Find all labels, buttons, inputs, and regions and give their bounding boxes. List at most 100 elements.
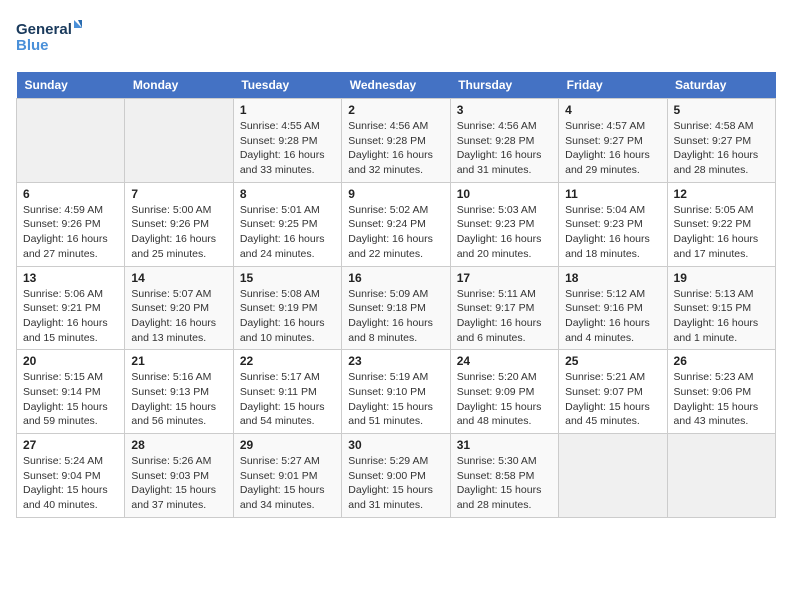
calendar-cell: 5Sunrise: 4:58 AM Sunset: 9:27 PM Daylig… (667, 99, 775, 183)
calendar-cell (667, 434, 775, 518)
day-info: Sunrise: 4:59 AM Sunset: 9:26 PM Dayligh… (23, 203, 118, 262)
calendar-cell: 17Sunrise: 5:11 AM Sunset: 9:17 PM Dayli… (450, 266, 558, 350)
calendar-cell: 7 Sunrise: 5:00 AM Sunset: 9:26 PM Daylig… (125, 182, 233, 266)
day-number: 20 (23, 354, 118, 368)
day-info: Sunrise: 5:03 AM Sunset: 9:23 PM Dayligh… (457, 203, 552, 262)
day-info: Sunrise: 5:16 AM Sunset: 9:13 PM Dayligh… (131, 370, 226, 429)
day-number: 11 (565, 187, 660, 201)
day-number: 28 (131, 438, 226, 452)
calendar-cell: 24 Sunrise: 5:20 AM Sunset: 9:09 PM Dayli… (450, 350, 558, 434)
day-number: 10 (457, 187, 552, 201)
logo-svg: General Blue (16, 16, 86, 60)
day-number: 13 (23, 271, 118, 285)
day-info: Sunrise: 5:00 AM Sunset: 9:26 PM Dayligh… (131, 203, 226, 262)
day-number: 25 (565, 354, 660, 368)
calendar-cell: 23 Sunrise: 5:19 AM Sunset: 9:10 PM Dayli… (342, 350, 450, 434)
day-info: Sunrise: 5:06 AM Sunset: 9:21 PM Dayligh… (23, 287, 118, 346)
calendar-cell: 27 Sunrise: 5:24 AM Sunset: 9:04 PM Dayli… (17, 434, 125, 518)
page-header: General Blue (16, 16, 776, 60)
day-number: 6 (23, 187, 118, 201)
calendar-cell (125, 99, 233, 183)
day-number: 9 (348, 187, 443, 201)
calendar-cell (17, 99, 125, 183)
day-number: 14 (131, 271, 226, 285)
calendar-cell: 13 Sunrise: 5:06 AM Sunset: 9:21 PM Dayli… (17, 266, 125, 350)
calendar-cell: 30 Sunrise: 5:29 AM Sunset: 9:00 PM Dayli… (342, 434, 450, 518)
day-number: 18 (565, 271, 660, 285)
weekday-header: Monday (125, 72, 233, 99)
day-info: Sunrise: 5:01 AM Sunset: 9:25 PM Dayligh… (240, 203, 335, 262)
calendar-cell: 18 Sunrise: 5:12 AM Sunset: 9:16 PM Dayli… (559, 266, 667, 350)
calendar-cell: 31Sunrise: 5:30 AM Sunset: 8:58 PM Dayli… (450, 434, 558, 518)
day-number: 7 (131, 187, 226, 201)
day-info: Sunrise: 5:21 AM Sunset: 9:07 PM Dayligh… (565, 370, 660, 429)
calendar-cell: 22 Sunrise: 5:17 AM Sunset: 9:11 PM Dayli… (233, 350, 341, 434)
weekday-header: Tuesday (233, 72, 341, 99)
calendar-body: 1Sunrise: 4:55 AM Sunset: 9:28 PM Daylig… (17, 99, 776, 518)
calendar-cell: 8 Sunrise: 5:01 AM Sunset: 9:25 PM Daylig… (233, 182, 341, 266)
day-number: 26 (674, 354, 769, 368)
calendar-week-row: 6 Sunrise: 4:59 AM Sunset: 9:26 PM Daylig… (17, 182, 776, 266)
day-number: 15 (240, 271, 335, 285)
day-info: Sunrise: 5:02 AM Sunset: 9:24 PM Dayligh… (348, 203, 443, 262)
day-number: 24 (457, 354, 552, 368)
day-info: Sunrise: 5:24 AM Sunset: 9:04 PM Dayligh… (23, 454, 118, 513)
day-number: 29 (240, 438, 335, 452)
calendar-cell: 9 Sunrise: 5:02 AM Sunset: 9:24 PM Daylig… (342, 182, 450, 266)
weekday-header-row: SundayMondayTuesdayWednesdayThursdayFrid… (17, 72, 776, 99)
weekday-header: Friday (559, 72, 667, 99)
calendar-week-row: 27 Sunrise: 5:24 AM Sunset: 9:04 PM Dayli… (17, 434, 776, 518)
calendar-cell: 28 Sunrise: 5:26 AM Sunset: 9:03 PM Dayli… (125, 434, 233, 518)
calendar-cell (559, 434, 667, 518)
calendar-week-row: 13 Sunrise: 5:06 AM Sunset: 9:21 PM Dayli… (17, 266, 776, 350)
day-number: 22 (240, 354, 335, 368)
day-info: Sunrise: 4:58 AM Sunset: 9:27 PM Dayligh… (674, 119, 769, 178)
day-number: 4 (565, 103, 660, 117)
day-number: 3 (457, 103, 552, 117)
day-info: Sunrise: 5:09 AM Sunset: 9:18 PM Dayligh… (348, 287, 443, 346)
day-info: Sunrise: 5:12 AM Sunset: 9:16 PM Dayligh… (565, 287, 660, 346)
calendar-cell: 21 Sunrise: 5:16 AM Sunset: 9:13 PM Dayli… (125, 350, 233, 434)
day-number: 21 (131, 354, 226, 368)
calendar-cell: 20 Sunrise: 5:15 AM Sunset: 9:14 PM Dayli… (17, 350, 125, 434)
day-info: Sunrise: 5:23 AM Sunset: 9:06 PM Dayligh… (674, 370, 769, 429)
calendar-cell: 25 Sunrise: 5:21 AM Sunset: 9:07 PM Dayli… (559, 350, 667, 434)
weekday-header: Saturday (667, 72, 775, 99)
day-info: Sunrise: 5:17 AM Sunset: 9:11 PM Dayligh… (240, 370, 335, 429)
calendar-cell: 16 Sunrise: 5:09 AM Sunset: 9:18 PM Dayli… (342, 266, 450, 350)
calendar-cell: 1Sunrise: 4:55 AM Sunset: 9:28 PM Daylig… (233, 99, 341, 183)
day-info: Sunrise: 5:19 AM Sunset: 9:10 PM Dayligh… (348, 370, 443, 429)
day-info: Sunrise: 5:26 AM Sunset: 9:03 PM Dayligh… (131, 454, 226, 513)
weekday-header: Thursday (450, 72, 558, 99)
calendar-cell: 19 Sunrise: 5:13 AM Sunset: 9:15 PM Dayli… (667, 266, 775, 350)
day-info: Sunrise: 5:08 AM Sunset: 9:19 PM Dayligh… (240, 287, 335, 346)
day-info: Sunrise: 4:57 AM Sunset: 9:27 PM Dayligh… (565, 119, 660, 178)
day-number: 16 (348, 271, 443, 285)
day-info: Sunrise: 5:15 AM Sunset: 9:14 PM Dayligh… (23, 370, 118, 429)
day-number: 30 (348, 438, 443, 452)
day-info: Sunrise: 5:13 AM Sunset: 9:15 PM Dayligh… (674, 287, 769, 346)
day-info: Sunrise: 5:30 AM Sunset: 8:58 PM Dayligh… (457, 454, 552, 513)
day-number: 1 (240, 103, 335, 117)
svg-text:Blue: Blue (16, 37, 49, 54)
day-number: 23 (348, 354, 443, 368)
day-number: 12 (674, 187, 769, 201)
day-info: Sunrise: 5:29 AM Sunset: 9:00 PM Dayligh… (348, 454, 443, 513)
calendar-cell: 14 Sunrise: 5:07 AM Sunset: 9:20 PM Dayli… (125, 266, 233, 350)
calendar-table: SundayMondayTuesdayWednesdayThursdayFrid… (16, 72, 776, 518)
day-number: 8 (240, 187, 335, 201)
calendar-cell: 29Sunrise: 5:27 AM Sunset: 9:01 PM Dayli… (233, 434, 341, 518)
calendar-cell: 6 Sunrise: 4:59 AM Sunset: 9:26 PM Daylig… (17, 182, 125, 266)
day-info: Sunrise: 4:56 AM Sunset: 9:28 PM Dayligh… (457, 119, 552, 178)
calendar-header: SundayMondayTuesdayWednesdayThursdayFrid… (17, 72, 776, 99)
logo: General Blue (16, 16, 86, 60)
weekday-header: Sunday (17, 72, 125, 99)
day-info: Sunrise: 5:20 AM Sunset: 9:09 PM Dayligh… (457, 370, 552, 429)
svg-text:General: General (16, 21, 72, 38)
day-number: 27 (23, 438, 118, 452)
weekday-header: Wednesday (342, 72, 450, 99)
day-info: Sunrise: 5:04 AM Sunset: 9:23 PM Dayligh… (565, 203, 660, 262)
day-info: Sunrise: 5:07 AM Sunset: 9:20 PM Dayligh… (131, 287, 226, 346)
day-number: 19 (674, 271, 769, 285)
day-info: Sunrise: 4:56 AM Sunset: 9:28 PM Dayligh… (348, 119, 443, 178)
